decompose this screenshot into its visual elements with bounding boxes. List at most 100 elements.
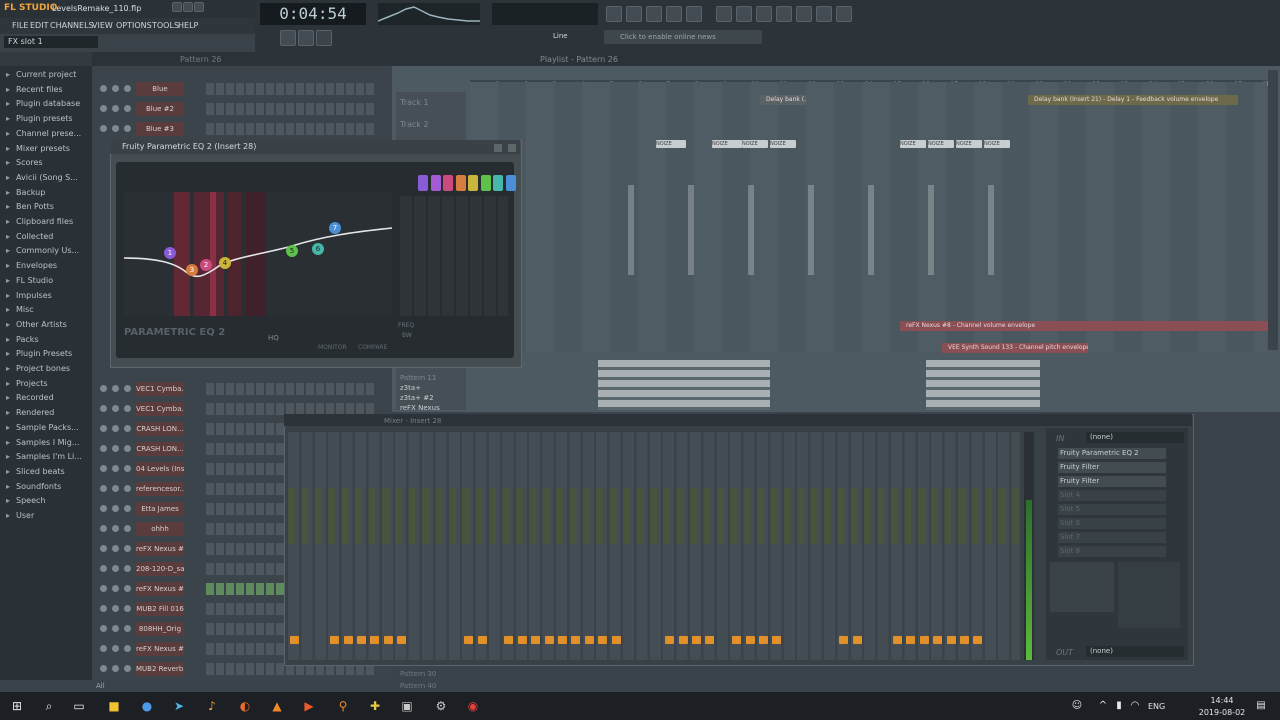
task-view-icon[interactable]: ▭ xyxy=(72,699,86,713)
browser-item[interactable]: ▸ Collected xyxy=(6,232,53,241)
channel-rack-view-icon[interactable] xyxy=(646,6,662,22)
eq-band-toggle[interactable] xyxy=(455,175,466,191)
mixer-send-switch[interactable] xyxy=(692,636,701,644)
chrome-icon[interactable]: ● xyxy=(140,699,154,713)
channel-name-button[interactable]: Blue xyxy=(136,82,184,96)
browser-item[interactable]: ▸ Mixer presets xyxy=(6,144,70,153)
telegram-icon[interactable]: ➤ xyxy=(172,699,186,713)
channel-name-button[interactable]: CRASH LON... xyxy=(136,422,184,436)
browser-item[interactable]: ▸ Plugin database xyxy=(6,99,80,108)
eq-mini-graph[interactable] xyxy=(1050,562,1114,612)
channel-volume-knob[interactable] xyxy=(124,445,131,452)
plugin-icon[interactable] xyxy=(776,6,792,22)
piano-roll-view-icon[interactable] xyxy=(626,6,642,22)
menu-help[interactable]: HELP xyxy=(178,21,198,30)
mixer-send-switch[interactable] xyxy=(517,636,527,644)
channel-pan-knob[interactable] xyxy=(112,665,119,672)
noize-clip[interactable]: NOIZE xyxy=(656,140,686,148)
search-icon[interactable]: ⌕ xyxy=(42,699,56,713)
eq-band-7-node[interactable]: 7 xyxy=(329,222,341,234)
mixer-send-switch[interactable] xyxy=(705,636,715,644)
puzzle-icon[interactable]: ✚ xyxy=(368,699,382,713)
channel-name-button[interactable]: ohhh xyxy=(136,522,184,536)
eq-band-sliders[interactable] xyxy=(400,196,508,316)
mixer-send-switch[interactable] xyxy=(504,636,514,644)
channel-pan-knob[interactable] xyxy=(112,645,119,652)
channel-name-button[interactable]: reFX Nexus #7 xyxy=(136,542,184,556)
channel-volume-knob[interactable] xyxy=(124,525,131,532)
channel-name-button[interactable]: Etta James xyxy=(136,502,184,516)
channel-mute-led[interactable] xyxy=(100,85,107,92)
eq-band-toggle[interactable] xyxy=(505,175,516,191)
browser-item[interactable]: ▸ Other Artists xyxy=(6,320,67,329)
channel-volume-knob[interactable] xyxy=(124,545,131,552)
menu-view[interactable]: VIEW xyxy=(92,21,113,30)
mixer-send-switch[interactable] xyxy=(933,636,943,644)
channel-pan-knob[interactable] xyxy=(112,85,119,92)
channel-pan-knob[interactable] xyxy=(112,125,119,132)
clock-time[interactable]: 14:44 xyxy=(1204,696,1240,705)
channel-name-button[interactable]: MUB2 Reverb... xyxy=(136,662,184,676)
channel-mute-led[interactable] xyxy=(100,605,107,612)
channel-pan-knob[interactable] xyxy=(112,485,119,492)
browser-item[interactable]: ▸ Plugin Presets xyxy=(6,349,72,358)
track-z3ta[interactable]: z3ta+ xyxy=(400,384,421,392)
browser-item[interactable]: ▸ Soundfonts xyxy=(6,482,61,491)
channel-name-button[interactable]: referencesor... xyxy=(136,482,184,496)
channel-name-button[interactable]: MUB2 Fill 016 xyxy=(136,602,184,616)
app-icon[interactable]: ▣ xyxy=(400,699,414,713)
noize-clip[interactable]: NOIZE xyxy=(742,140,768,148)
browser-item[interactable]: ▸ FL Studio xyxy=(6,276,53,285)
track-2-label[interactable]: Track 2 xyxy=(400,120,429,129)
online-news-button[interactable]: Click to enable online news xyxy=(604,30,762,44)
mixer-view-icon[interactable] xyxy=(666,6,682,22)
track-refx-nexus[interactable]: reFX Nexus xyxy=(400,404,440,412)
channel-volume-knob[interactable] xyxy=(124,505,131,512)
pause-icon[interactable] xyxy=(280,30,296,46)
video-app-icon[interactable]: ▶ xyxy=(302,699,316,713)
playlist-view-icon[interactable] xyxy=(606,6,622,22)
eq-band-4-node[interactable]: 4 xyxy=(219,257,231,269)
fx-slot[interactable]: Slot 5 xyxy=(1058,504,1166,515)
channel-volume-knob[interactable] xyxy=(124,105,131,112)
channel-volume-knob[interactable] xyxy=(124,465,131,472)
mixer-send-switch[interactable] xyxy=(531,636,541,644)
step-sequencer[interactable] xyxy=(206,383,376,395)
playlist-scrollbar[interactable] xyxy=(1268,70,1278,350)
browser-item[interactable]: ▸ Current project xyxy=(6,70,76,79)
step-sequencer[interactable] xyxy=(206,83,376,95)
fx-slot[interactable]: Fruity Filter xyxy=(1058,476,1166,487)
eq-band-3-node[interactable]: 3 xyxy=(186,264,198,276)
track-1-label[interactable]: Track 1 xyxy=(400,98,429,107)
eq-band-toggle[interactable] xyxy=(418,175,428,191)
browser-item[interactable]: ▸ User xyxy=(6,511,34,520)
mixer-send-switch[interactable] xyxy=(960,636,969,644)
mixer-send-switch[interactable] xyxy=(464,636,474,644)
channel-name-button[interactable]: VEC1 Cymba... xyxy=(136,402,184,416)
track-pattern-40[interactable]: Pattern 40 xyxy=(400,682,436,690)
clock-date[interactable]: 2019-08-02 xyxy=(1198,708,1246,717)
eq-band-toggle[interactable] xyxy=(443,175,453,191)
wrench-icon[interactable] xyxy=(796,6,812,22)
channel-volume-knob[interactable] xyxy=(124,585,131,592)
mixer-send-switch[interactable] xyxy=(357,636,366,644)
eq-monitor-button[interactable]: MONITOR xyxy=(318,344,347,351)
channel-pan-knob[interactable] xyxy=(112,525,119,532)
minimize-icon[interactable] xyxy=(172,2,182,12)
clock-icon[interactable] xyxy=(716,6,732,22)
browser-item[interactable]: ▸ Misc xyxy=(6,305,34,314)
browser-item[interactable]: ▸ Samples I Mig... xyxy=(6,438,79,447)
channel-volume-knob[interactable] xyxy=(124,385,131,392)
close-icon[interactable] xyxy=(194,2,204,12)
channel-volume-knob[interactable] xyxy=(124,405,131,412)
eq-close-icon[interactable] xyxy=(508,144,516,152)
browser-item[interactable]: ▸ Avicii (Song S... xyxy=(6,173,78,182)
search-tool-icon[interactable]: ⚲ xyxy=(336,699,350,713)
pattern-clips-area[interactable] xyxy=(574,185,1014,275)
mixer-send-switch[interactable] xyxy=(370,636,380,644)
browser-item[interactable]: ▸ Scores xyxy=(6,158,43,167)
mixer-send-switch[interactable] xyxy=(745,636,755,644)
menu-file[interactable]: FILE xyxy=(12,21,28,30)
channel-volume-knob[interactable] xyxy=(124,625,131,632)
mixer-channel-strips[interactable] xyxy=(288,432,1020,660)
